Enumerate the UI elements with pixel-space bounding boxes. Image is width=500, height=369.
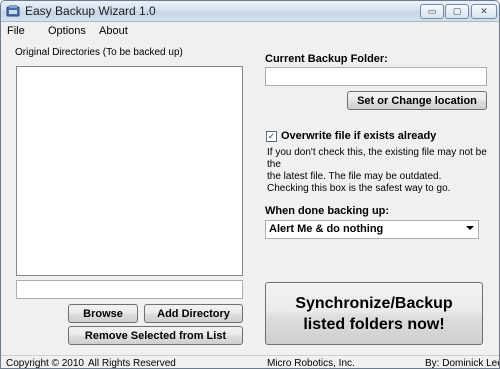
sync-button-line-2: listed folders now! bbox=[303, 315, 445, 333]
when-done-selected-value: Alert Me & do nothing bbox=[269, 223, 384, 235]
add-directory-button-label: Add Directory bbox=[157, 307, 230, 320]
app-window: Easy Backup Wizard 1.0 ▭ ▢ ✕ File Option… bbox=[0, 0, 500, 369]
add-directory-button[interactable]: Add Directory bbox=[144, 304, 243, 323]
checkmark-icon: ✓ bbox=[267, 131, 276, 141]
when-done-label: When done backing up: bbox=[265, 205, 390, 217]
set-location-button[interactable]: Set or Change location bbox=[347, 91, 487, 110]
backup-folder-field[interactable] bbox=[265, 67, 487, 86]
status-bar: Copyright © 2010 All Rights Reserved Mic… bbox=[1, 355, 500, 369]
set-location-button-label: Set or Change location bbox=[357, 94, 477, 107]
window-title: Easy Backup Wizard 1.0 bbox=[25, 4, 156, 18]
minimize-button[interactable]: ▭ bbox=[420, 4, 444, 19]
when-done-select[interactable]: Alert Me & do nothing bbox=[265, 220, 479, 239]
remove-selected-button[interactable]: Remove Selected from List bbox=[68, 326, 243, 345]
help-line-1: If you don't check this, the existing fi… bbox=[267, 147, 487, 170]
overwrite-checkbox[interactable]: ✓ bbox=[266, 131, 277, 142]
company-text: Micro Robotics, Inc. bbox=[267, 358, 355, 369]
sync-button-line-1: Synchronize/Backup bbox=[295, 294, 453, 312]
directory-path-input[interactable] bbox=[16, 280, 243, 299]
directories-list-label: Original Directories (To be backed up) bbox=[15, 47, 183, 58]
overwrite-label: Overwrite file if exists already bbox=[281, 130, 437, 142]
menu-about[interactable]: About bbox=[99, 25, 128, 37]
browse-button-label: Browse bbox=[83, 307, 123, 320]
synchronize-backup-button[interactable]: Synchronize/Backup listed folders now! bbox=[265, 282, 483, 345]
minimize-icon: ▭ bbox=[427, 6, 437, 16]
menu-bar: File Options About bbox=[1, 22, 499, 41]
app-icon bbox=[6, 5, 20, 17]
browse-button[interactable]: Browse bbox=[68, 304, 138, 323]
maximize-button[interactable]: ▢ bbox=[445, 4, 469, 19]
menu-file[interactable]: File bbox=[7, 25, 25, 37]
copyright-text: Copyright © 2010 bbox=[6, 358, 84, 369]
help-line-2: the latest file. The file may be outdate… bbox=[267, 171, 442, 182]
rights-text: All Rights Reserved bbox=[88, 358, 176, 369]
close-button[interactable]: ✕ bbox=[471, 4, 497, 19]
author-text: By: Dominick Lee bbox=[425, 358, 500, 369]
remove-selected-button-label: Remove Selected from List bbox=[84, 329, 227, 342]
menu-options[interactable]: Options bbox=[48, 25, 86, 37]
maximize-icon: ▢ bbox=[452, 6, 462, 16]
directories-list[interactable] bbox=[16, 66, 243, 276]
current-backup-folder-label: Current Backup Folder: bbox=[265, 53, 388, 65]
close-icon: ✕ bbox=[480, 6, 488, 16]
help-line-3: Checking this box is the safest way to g… bbox=[267, 183, 451, 194]
chevron-down-icon bbox=[466, 226, 474, 230]
overwrite-help-text: If you don't check this, the existing fi… bbox=[267, 147, 499, 195]
title-bar[interactable]: Easy Backup Wizard 1.0 ▭ ▢ ✕ bbox=[1, 1, 499, 22]
